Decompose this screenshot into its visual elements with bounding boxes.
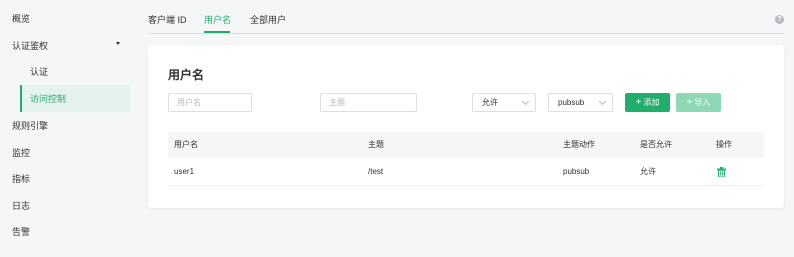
cell-permission: 允许 [640,167,656,176]
sidebar-item-auth[interactable]: 认证鉴权 [12,39,48,53]
table-header: 用户名 主题 主题动作 是否允许 操作 [168,132,764,157]
topic-input[interactable] [320,93,417,112]
tab-client-id[interactable]: 客户端 ID [148,13,187,27]
username-input[interactable] [168,93,252,112]
plus-icon: + [635,97,642,108]
cell-username: user1 [174,167,195,176]
cell-action: pubsub [563,167,590,176]
column-header-topic: 主题 [368,140,384,149]
column-header-username: 用户名 [174,140,198,149]
acl-card: 用户名 允许 pubsub +添加 +导入 用户名 主题 主题动作 是否允许 操… [148,45,784,208]
permission-select[interactable]: 允许 [472,93,536,112]
sidebar-item-acl[interactable]: 访问控制 [30,92,66,106]
sidebar-item-logs[interactable]: 日志 [12,199,30,213]
action-select-value: pubsub [558,98,585,107]
chevron-down-icon [116,42,120,45]
sidebar-active-indicator [20,85,22,112]
sidebar: 概览 认证鉴权 认证 访问控制 规则引擎 监控 指标 日志 告警 [0,0,130,257]
sidebar-item-overview[interactable]: 概览 [12,12,30,26]
question-circle-icon[interactable]: ? [775,15,784,24]
card-title: 用户名 [168,68,205,82]
import-button-label: 导入 [694,98,711,107]
column-header-operation: 操作 [716,140,732,149]
column-header-permission: 是否允许 [640,140,672,149]
column-header-action: 主题动作 [563,140,595,149]
chevron-down-icon [521,97,530,106]
permission-select-value: 允许 [482,98,498,107]
import-button[interactable]: + 导入 [676,93,721,112]
sidebar-item-authentication[interactable]: 认证 [30,65,48,79]
sidebar-item-alarms[interactable]: 告警 [12,225,30,239]
add-button-label: 添加 [643,98,660,107]
chevron-down-icon [598,97,607,106]
sidebar-item-rule-engine[interactable]: 规则引擎 [12,119,48,133]
table-row: user1 /test pubsub 允许 [168,157,764,186]
trash-icon[interactable] [717,167,726,177]
sidebar-item-monitor[interactable]: 监控 [12,146,30,160]
action-select[interactable]: pubsub [548,93,613,112]
plus-icon: + [686,97,693,108]
sidebar-item-metrics[interactable]: 指标 [12,172,30,186]
tabs-divider [148,33,784,34]
tab-all-users[interactable]: 全部用户 [250,13,286,27]
tab-username[interactable]: 用户名 [204,13,231,27]
cell-topic: /test [368,167,384,176]
add-button[interactable]: + 添加 [625,93,670,112]
